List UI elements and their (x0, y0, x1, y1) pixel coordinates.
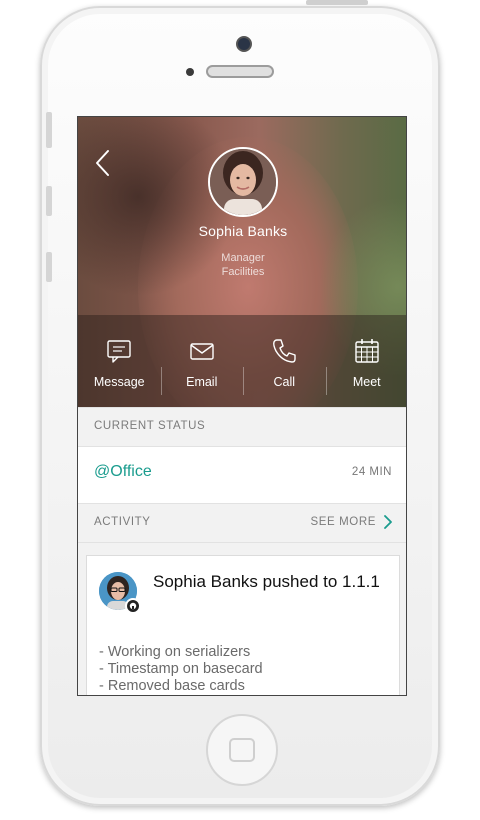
email-button[interactable]: Email (160, 315, 244, 407)
volume-up-button (46, 186, 52, 216)
status-value: @Office (94, 463, 152, 480)
activity-card[interactable]: Sophia Banks pushed to 1.1.1 - Working o… (86, 555, 400, 695)
back-button[interactable] (92, 147, 114, 179)
chevron-left-icon (96, 150, 109, 176)
proximity-sensor (186, 68, 194, 76)
github-icon (125, 598, 141, 614)
power-button (306, 0, 368, 5)
role-department: Facilities (221, 266, 265, 278)
contact-actions-bar: Message Email Call Meet (78, 315, 407, 407)
meet-label: Meet (352, 375, 381, 389)
email-label: Email (186, 375, 218, 389)
message-icon (107, 340, 131, 363)
calendar-icon (355, 339, 379, 363)
profile-header: Sophia Banks Manager Facilities Message (78, 117, 407, 407)
profile-avatar (208, 147, 278, 217)
see-more-label: SEE MORE (310, 516, 376, 528)
role-title: Manager (221, 252, 265, 264)
activity-header: ACTIVITY SEE MORE (78, 503, 406, 543)
mute-switch (46, 112, 52, 148)
volume-down-button (46, 252, 52, 282)
app-screen: Sophia Banks Manager Facilities Message (77, 116, 407, 696)
email-icon (190, 343, 214, 360)
see-more-link[interactable]: SEE MORE (310, 515, 392, 529)
activity-detail-line: - Timestamp on basecard (99, 661, 263, 677)
activity-title: ACTIVITY (94, 516, 151, 528)
chevron-right-icon (384, 515, 392, 529)
meet-button[interactable]: Meet (325, 315, 407, 407)
earpiece-speaker (206, 65, 274, 78)
avatar-portrait (210, 149, 276, 215)
message-label: Message (93, 375, 145, 389)
contact-role: Manager Facilities (78, 251, 406, 279)
status-elapsed: 24 MIN (351, 466, 392, 478)
call-label: Call (273, 375, 296, 389)
call-button[interactable]: Call (243, 315, 326, 407)
current-status-header: CURRENT STATUS (78, 407, 406, 447)
github-glyph (129, 602, 137, 610)
contact-name: Sophia Banks (198, 223, 288, 239)
activity-details: - Working on serializers - Timestamp on … (99, 644, 263, 695)
home-button-square (229, 738, 255, 762)
home-button[interactable] (206, 714, 278, 786)
activity-detail-line: - Removed base cards (99, 678, 245, 694)
status-row[interactable]: @Office 24 MIN (78, 447, 406, 502)
front-camera (236, 36, 252, 52)
message-button[interactable]: Message (78, 315, 161, 407)
phone-icon (273, 339, 296, 363)
current-status-title: CURRENT STATUS (94, 420, 206, 432)
activity-detail-line: - Working on serializers (99, 644, 251, 660)
activity-title-text: Sophia Banks pushed to 1.1.1 (153, 572, 380, 591)
